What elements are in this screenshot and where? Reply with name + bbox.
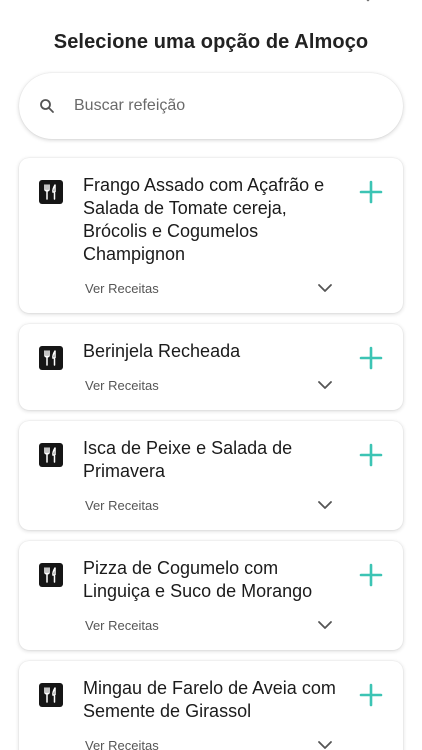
meal-list: Frango Assado com Açafrão e Salada de To… — [19, 158, 403, 750]
meal-selection-screen: Selecione uma opção de Almoço Frango Ass… — [0, 0, 422, 750]
meal-card[interactable]: Frango Assado com Açafrão e Salada de To… — [19, 158, 403, 313]
meal-card[interactable]: Isca de Peixe e Salada de Primavera Ver … — [19, 421, 403, 530]
close-button[interactable] — [354, 0, 382, 8]
view-recipes-label: Ver Receitas — [85, 378, 159, 393]
view-recipes-label: Ver Receitas — [85, 738, 159, 750]
utensils-icon — [39, 563, 63, 587]
meal-title: Frango Assado com Açafrão e Salada de To… — [83, 175, 325, 264]
view-recipes-toggle[interactable]: Ver Receitas — [85, 616, 403, 636]
view-recipes-label: Ver Receitas — [85, 281, 159, 296]
meal-title: Mingau de Farelo de Aveia com Semente de… — [83, 678, 336, 721]
add-meal-button[interactable] — [357, 681, 385, 709]
view-recipes-toggle[interactable]: Ver Receitas — [85, 376, 403, 396]
utensils-icon — [39, 443, 63, 467]
utensils-icon — [39, 346, 63, 370]
search-input[interactable] — [74, 97, 364, 115]
add-meal-button[interactable] — [357, 178, 385, 206]
meal-card[interactable]: Berinjela Recheada Ver Receitas — [19, 324, 403, 410]
meal-title: Berinjela Recheada — [83, 341, 241, 361]
view-recipes-toggle[interactable]: Ver Receitas — [85, 279, 403, 299]
add-meal-button[interactable] — [357, 441, 385, 469]
plus-icon — [359, 180, 383, 204]
chevron-down-icon — [318, 501, 332, 509]
plus-icon — [359, 443, 383, 467]
view-recipes-toggle[interactable]: Ver Receitas — [85, 496, 403, 516]
plus-icon — [359, 563, 383, 587]
close-icon — [366, 0, 370, 2]
chevron-down-icon — [318, 621, 332, 629]
view-recipes-label: Ver Receitas — [85, 618, 159, 633]
meal-card[interactable]: Pizza de Cogumelo com Linguiça e Suco de… — [19, 541, 403, 650]
utensils-icon — [39, 683, 63, 707]
plus-icon — [359, 346, 383, 370]
utensils-icon — [39, 180, 63, 204]
view-recipes-toggle[interactable]: Ver Receitas — [85, 736, 403, 750]
search-bar[interactable] — [19, 73, 403, 139]
search-icon — [39, 98, 55, 114]
chevron-down-icon — [318, 741, 332, 749]
plus-icon — [359, 683, 383, 707]
chevron-down-icon — [318, 284, 332, 292]
add-meal-button[interactable] — [357, 344, 385, 372]
chevron-down-icon — [318, 381, 332, 389]
meal-title: Pizza de Cogumelo com Linguiça e Suco de… — [83, 558, 313, 601]
view-recipes-label: Ver Receitas — [85, 498, 159, 513]
meal-card[interactable]: Mingau de Farelo de Aveia com Semente de… — [19, 661, 403, 750]
page-title: Selecione uma opção de Almoço — [53, 31, 369, 53]
meal-title: Isca de Peixe e Salada de Primavera — [83, 438, 293, 481]
add-meal-button[interactable] — [357, 561, 385, 589]
